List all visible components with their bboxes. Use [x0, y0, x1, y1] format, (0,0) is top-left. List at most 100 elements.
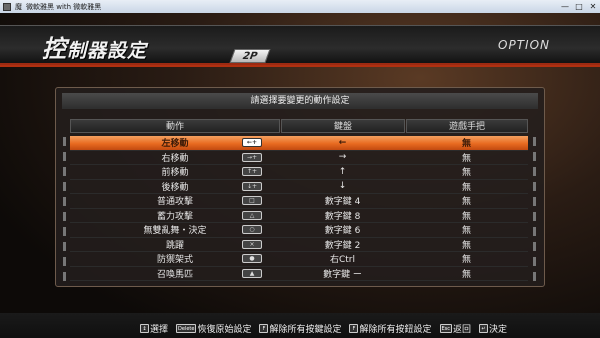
- legend-label: 解除所有按鍵設定: [269, 325, 342, 335]
- legend-clear-keys[interactable]: F 解除所有按鍵設定: [259, 322, 341, 335]
- action-label: 跳躍: [165, 240, 184, 251]
- title-initial: 控: [42, 34, 67, 63]
- key-icon: ○: [242, 225, 262, 235]
- app-icon: [3, 2, 11, 11]
- key-icon: ↓+: [242, 181, 262, 191]
- keyboard-cell[interactable]: 數字鍵 ー: [280, 267, 405, 280]
- key-icon: →+: [242, 152, 262, 162]
- action-cell: 普通攻擊 □: [70, 194, 280, 207]
- legend-back[interactable]: Esc 返回: [439, 322, 472, 335]
- window-title: 微軟雅黑 with 微軟雅黑: [26, 2, 102, 11]
- table-row[interactable]: 召喚馬匹 ▲ 數字鍵 ー 無: [70, 267, 528, 281]
- action-cell: 召喚馬匹 ▲: [70, 267, 280, 280]
- table-row[interactable]: 防禦架式 ● 右Ctrl 無: [70, 252, 528, 267]
- column-keyboard: 鍵盤: [281, 119, 405, 133]
- gamepad-cell[interactable]: 無: [405, 223, 528, 236]
- action-cell: 後移動 ↓+: [70, 180, 280, 193]
- scrollbar[interactable]: [533, 137, 536, 282]
- legend-confirm[interactable]: ↵ 決定: [479, 322, 507, 335]
- table-row[interactable]: 跳躍 × 數字鍵 2 無: [70, 238, 528, 252]
- delete-key-icon: Delete: [176, 324, 197, 333]
- keyboard-cell[interactable]: 數字鍵 2: [280, 238, 405, 251]
- player-badge: 2P: [229, 49, 271, 63]
- column-action: 動作: [70, 119, 280, 133]
- close-icon[interactable]: ✕: [586, 0, 600, 13]
- action-cell: 右移動 →+: [70, 151, 280, 164]
- legend-label: 返回: [453, 325, 472, 335]
- legend-label: 選擇: [150, 325, 169, 335]
- minimize-icon[interactable]: —: [558, 0, 572, 13]
- table-row[interactable]: 前移動 ↑+ ↑ 無: [70, 165, 528, 180]
- key-icon: ←+: [242, 138, 262, 148]
- bindings-list: 左移動 ←+ ← 無 右移動 →+ → 無 前移動 ↑+ ↑ 無 後移動 ↓+ ↓ 無 …: [70, 136, 528, 281]
- keyboard-cell[interactable]: →: [280, 152, 405, 162]
- enter-key-icon: ↵: [479, 324, 489, 333]
- game-scene: 控制器設定 2P OPTION 請選擇要變更的動作設定 動作 鍵盤 遊戲手把 左…: [0, 13, 600, 338]
- prompt-bar: 請選擇要變更的動作設定: [62, 93, 538, 109]
- legend-label: 恢復原始設定: [197, 325, 252, 335]
- gamepad-cell[interactable]: 無: [405, 136, 528, 149]
- action-label: 左移動: [161, 139, 189, 150]
- legend-label: 決定: [489, 325, 508, 335]
- window-titlebar: 魔 微軟雅黑 with 微軟雅黑 — □ ✕: [0, 0, 600, 13]
- table-row[interactable]: 左移動 ←+ ← 無: [70, 136, 528, 151]
- keyboard-cell[interactable]: 數字鍵 4: [280, 194, 405, 207]
- keyboard-cell[interactable]: ↑: [280, 167, 405, 177]
- gamepad-cell[interactable]: 無: [405, 194, 528, 207]
- key-icon: ↑+: [242, 167, 262, 177]
- action-label: 普通攻擊: [156, 197, 193, 208]
- action-cell: 前移動 ↑+: [70, 165, 280, 178]
- title-rest: 制器設定: [67, 40, 148, 62]
- gamepad-cell[interactable]: 無: [405, 180, 528, 193]
- action-label: 蓄力攻擊: [156, 211, 193, 222]
- keyboard-cell[interactable]: 數字鍵 8: [280, 209, 405, 222]
- key-icon: ●: [242, 254, 262, 264]
- escape-key-icon: Esc: [439, 324, 453, 333]
- window-controls: — □ ✕: [558, 0, 600, 13]
- gamepad-cell[interactable]: 無: [405, 238, 528, 251]
- left-rail: [63, 137, 66, 282]
- function-key-icon: F: [349, 324, 359, 333]
- action-label: 召喚馬匹: [156, 269, 193, 280]
- action-cell: 左移動 ←+: [70, 136, 280, 149]
- table-row[interactable]: 右移動 →+ → 無: [70, 151, 528, 165]
- legend-restore-defaults[interactable]: Delete 恢復原始設定: [176, 322, 251, 335]
- page-title: 控制器設定: [42, 29, 147, 64]
- keyboard-cell[interactable]: ←: [280, 138, 405, 148]
- action-label: 右移動: [161, 153, 189, 164]
- gamepad-cell[interactable]: 無: [405, 209, 528, 222]
- action-cell: 跳躍 ×: [70, 238, 280, 251]
- action-cell: 蓄力攻擊 △: [70, 209, 280, 222]
- maximize-icon[interactable]: □: [572, 0, 586, 13]
- legend-label: 解除所有按鈕設定: [359, 325, 432, 335]
- controls-legend: ↕ 選擇 Delete 恢復原始設定 F 解除所有按鍵設定 F 解除所有按鈕設定 Esc…: [140, 322, 507, 335]
- key-icon: ▲: [242, 268, 262, 278]
- gamepad-cell[interactable]: 無: [405, 267, 528, 280]
- updown-key-icon: ↕: [140, 324, 149, 333]
- action-label: 無雙亂舞・決定: [143, 226, 207, 237]
- key-icon: △: [242, 210, 262, 220]
- action-label: 前移動: [161, 168, 189, 179]
- window-short-label: 魔: [15, 2, 22, 11]
- column-gamepad: 遊戲手把: [406, 119, 528, 133]
- keyboard-cell[interactable]: 數字鍵 6: [280, 223, 405, 236]
- gamepad-cell[interactable]: 無: [405, 151, 528, 164]
- table-row[interactable]: 後移動 ↓+ ↓ 無: [70, 180, 528, 194]
- table-row[interactable]: 蓄力攻擊 △ 數字鍵 8 無: [70, 209, 528, 223]
- legend-select[interactable]: ↕ 選擇: [140, 322, 168, 335]
- key-icon: □: [242, 196, 262, 206]
- gamepad-cell[interactable]: 無: [405, 252, 528, 265]
- legend-clear-buttons[interactable]: F 解除所有按鈕設定: [349, 322, 432, 335]
- header-divider: [0, 65, 600, 67]
- action-label: 後移動: [161, 182, 189, 193]
- option-label: OPTION: [498, 38, 550, 52]
- table-row[interactable]: 無雙亂舞・決定 ○ 數字鍵 6 無: [70, 223, 528, 238]
- table-row[interactable]: 普通攻擊 □ 數字鍵 4 無: [70, 194, 528, 209]
- keyboard-cell[interactable]: 右Ctrl: [280, 252, 405, 265]
- key-icon: ×: [242, 239, 262, 249]
- gamepad-cell[interactable]: 無: [405, 165, 528, 178]
- action-label: 防禦架式: [156, 255, 193, 266]
- action-cell: 防禦架式 ●: [70, 252, 280, 265]
- action-cell: 無雙亂舞・決定 ○: [70, 223, 280, 236]
- keyboard-cell[interactable]: ↓: [280, 181, 405, 191]
